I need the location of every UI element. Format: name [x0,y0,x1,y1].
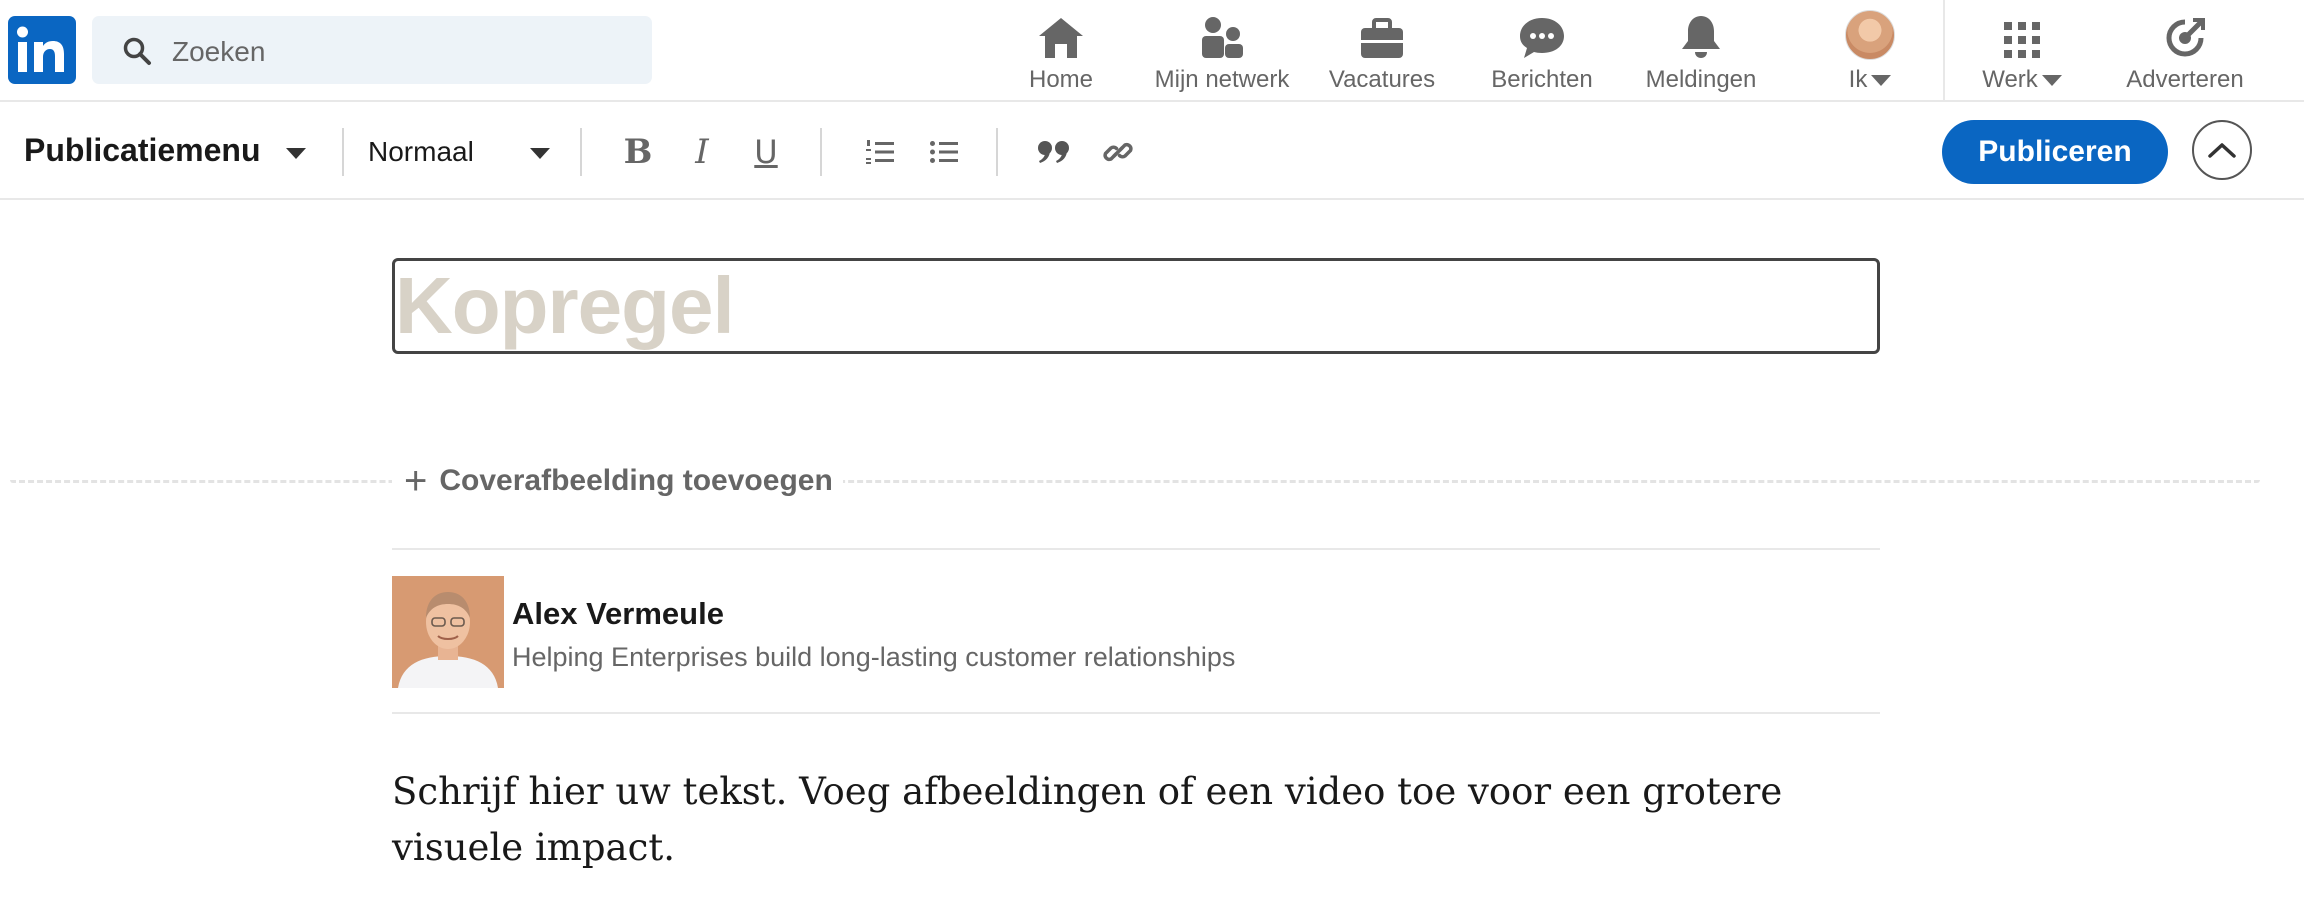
nav-item-jobs[interactable]: Vacatures [1326,8,1438,94]
advertise-icon [2166,18,2205,57]
nav-item-messaging[interactable]: Berichten [1486,8,1598,94]
publication-menu-label: Publicatiemenu [24,132,261,168]
underline-button[interactable]: U [744,130,788,174]
nav-label: Werk [1982,66,2038,93]
bold-button[interactable]: B [616,130,660,174]
editor-toolbar: Publicatiemenu Normaal B I U Publiceren [0,102,2304,200]
author-headline: Helping Enterprises build long-lasting c… [512,642,1236,672]
author-name: Alex Vermeule [512,596,724,631]
bulleted-list-button[interactable] [922,130,966,174]
numbered-list-icon [866,140,894,164]
home-icon [1039,18,1083,58]
chevron-down-icon [2041,75,2062,87]
toolbar-divider [580,128,582,176]
collapse-button[interactable] [2192,120,2252,180]
search-icon [123,37,151,65]
search-input[interactable]: Zoeken [172,36,265,68]
avatar [1845,10,1895,60]
briefcase-icon [1361,18,1403,58]
global-nav: Zoeken Home Mijn netwerk Vacatures Beric… [0,0,2304,102]
toolbar-divider [820,128,822,176]
cover-image-dropzone [10,480,2260,483]
chevron-down-icon[interactable] [530,148,550,159]
nav-item-advertise[interactable]: Adverteren [2120,8,2250,94]
author-divider-bottom [392,712,1880,714]
search-box[interactable]: Zoeken [92,16,652,84]
toolbar-divider [342,128,344,176]
chevron-down-icon[interactable] [286,148,306,159]
link-icon [1103,142,1133,162]
nav-label: Meldingen [1645,66,1757,93]
publish-button[interactable]: Publiceren [1942,120,2168,184]
quote-icon [1038,141,1069,163]
add-cover-image-label: Coverafbeelding toevoegen [439,464,833,497]
plus-icon: + [404,459,428,503]
linkedin-logo-icon[interactable] [8,16,76,84]
author-divider-top [392,548,1880,550]
grid-icon [2004,22,2040,58]
nav-item-home[interactable]: Home [1016,8,1106,94]
publication-menu-button[interactable]: Publicatiemenu [24,132,261,169]
nav-label: Mijn netwerk [1154,66,1290,93]
nav-label: Adverteren [2126,66,2244,93]
article-body-input[interactable]: Schrijf hier uw tekst. Voeg afbeeldingen… [392,764,1892,876]
chevron-down-icon [1871,75,1892,87]
numbered-list-button[interactable] [858,130,902,174]
nav-item-work[interactable]: Werk [1974,8,2070,94]
nav-divider [1943,0,1945,100]
nav-item-my-network[interactable]: Mijn netwerk [1150,8,1294,94]
text-style-select[interactable]: Normaal [368,136,474,168]
italic-button[interactable]: I [680,130,724,174]
text-style-value: Normaal [368,136,474,167]
add-cover-image-button[interactable]: + Coverafbeelding toevoegen [392,458,843,504]
bell-icon [1682,16,1720,58]
nav-item-notifications[interactable]: Meldingen [1640,8,1762,94]
nav-label: Ik [1848,66,1868,93]
nav-label: Vacatures [1328,66,1436,93]
network-icon [1202,17,1243,58]
headline-input[interactable]: Kopregel [392,258,1880,354]
messaging-icon [1520,18,1564,58]
bulleted-list-icon [930,141,958,163]
nav-label: Home [1028,66,1094,93]
link-button[interactable] [1096,130,1140,174]
chevron-up-icon [2208,143,2236,158]
toolbar-divider [996,128,998,176]
author-avatar [392,576,504,688]
nav-item-me[interactable]: Ik [1830,8,1910,94]
nav-label: Berichten [1491,66,1593,93]
quote-button[interactable] [1032,130,1076,174]
